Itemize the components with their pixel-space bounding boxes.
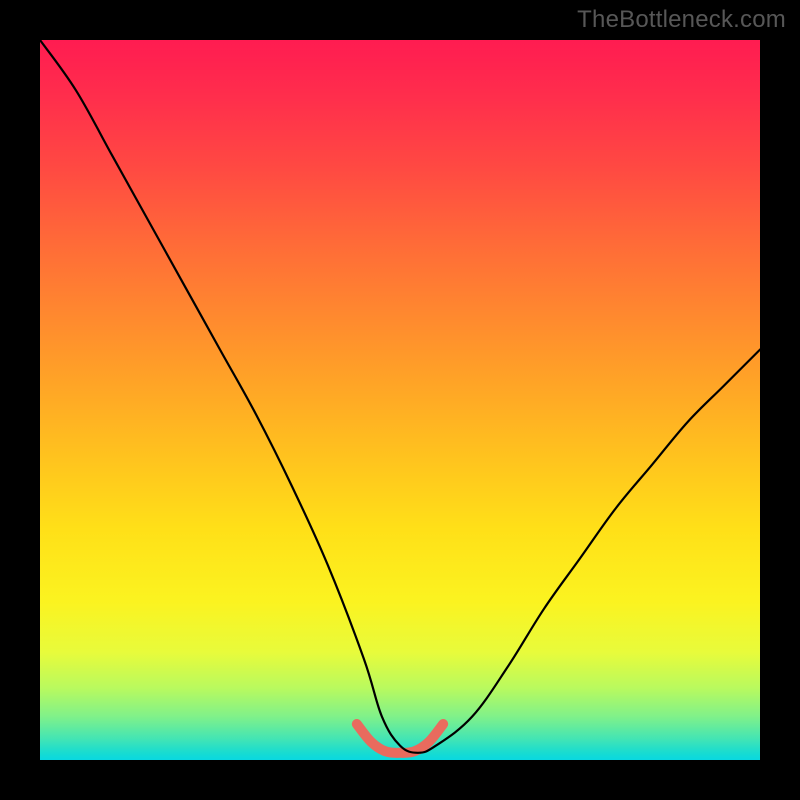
plot-area [40, 40, 760, 760]
watermark-text: TheBottleneck.com [577, 6, 786, 34]
chart-frame: TheBottleneck.com [0, 0, 800, 800]
curve-svg [40, 40, 760, 760]
bottleneck-curve [40, 40, 760, 753]
